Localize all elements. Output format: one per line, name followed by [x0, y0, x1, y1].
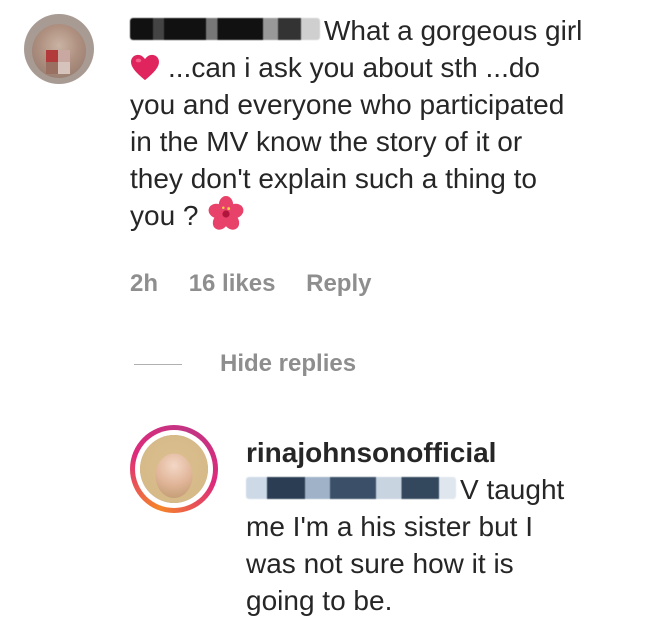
- reply-text-line1: V taught: [460, 474, 565, 505]
- comment-likes[interactable]: 16 likes: [189, 270, 276, 297]
- avatar-pixel: [58, 50, 70, 62]
- comment-text-line1: What a gorgeous girl: [324, 15, 583, 46]
- comment-text: What a gorgeous girl ...can i ask you ab…: [130, 12, 630, 236]
- comment-text-line5: they don't explain such a thing to: [130, 163, 537, 194]
- replies-divider: [134, 363, 182, 365]
- heart-icon: [131, 54, 159, 80]
- avatar-hair: [140, 435, 208, 503]
- avatar-pixel: [46, 50, 58, 62]
- reply-username[interactable]: rinajohnsonofficial: [246, 434, 636, 471]
- hide-replies-label: Hide replies: [220, 350, 357, 377]
- reply-avatar[interactable]: [130, 425, 218, 513]
- comment-text-line2: ...can i ask you about sth ...do: [168, 52, 540, 83]
- hide-replies-toggle[interactable]: Hide replies: [134, 350, 356, 378]
- redacted-username[interactable]: [130, 17, 320, 40]
- avatar-pixel: [46, 62, 58, 74]
- hibiscus-icon: [208, 195, 244, 230]
- comment-time: 2h: [130, 270, 159, 297]
- reply-button[interactable]: Reply: [306, 270, 371, 297]
- reply-text-line2: me I'm a his sister but I: [246, 511, 533, 542]
- comment-text-line4: in the MV know the story of it or: [130, 126, 523, 157]
- commenter-avatar[interactable]: [24, 14, 94, 84]
- redacted-mention[interactable]: [246, 476, 456, 499]
- reply-text: rinajohnsonofficial V taught me I'm a hi…: [246, 434, 636, 619]
- avatar-pixel: [58, 62, 70, 74]
- comment-text-line3: you and everyone who participated: [130, 89, 565, 120]
- comment-text-line6: you ?: [130, 200, 199, 231]
- avatar-photo: [140, 435, 208, 503]
- reply-text-line4: going to be.: [246, 585, 393, 616]
- comment-meta: 2h 16 likes Reply: [130, 270, 395, 298]
- reply-text-line3: was not sure how it is: [246, 548, 514, 579]
